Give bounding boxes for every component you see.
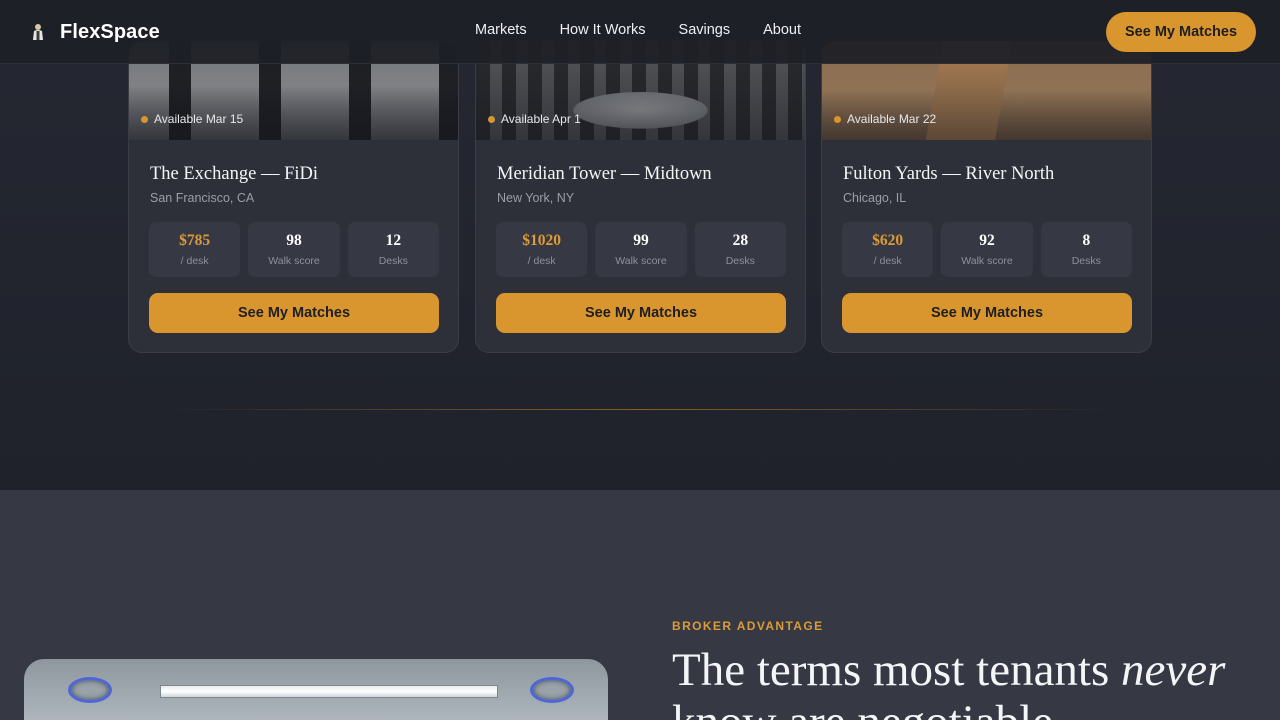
status-dot-icon — [488, 115, 495, 123]
listing-stats: $620 / desk 92 Walk score 8 Desks — [842, 222, 1132, 277]
listing-location: Chicago, IL — [843, 191, 907, 205]
listing-card[interactable]: Available Mar 15 The Exchange — FiDi San… — [128, 40, 459, 353]
listing-title: Meridian Tower — Midtown — [497, 164, 712, 184]
nav-savings[interactable]: Savings — [679, 22, 731, 38]
availability-badge: Available Apr 1 — [488, 112, 581, 126]
listing-card[interactable]: Available Mar 22 Fulton Yards — River No… — [821, 40, 1152, 353]
availability-text: Available Apr 1 — [501, 112, 581, 126]
stat-value: 12 — [385, 232, 402, 249]
see-matches-button[interactable]: See My Matches — [149, 293, 439, 333]
listing-location: San Francisco, CA — [150, 191, 255, 205]
stat-price: $620 / desk — [842, 222, 934, 277]
ceiling-light — [160, 685, 498, 698]
stat-desks: 8 Desks — [1040, 222, 1132, 277]
ceiling-vent — [530, 677, 574, 703]
section-eyebrow: BROKER ADVANTAGE — [672, 619, 824, 633]
nav-about[interactable]: About — [763, 22, 801, 38]
stat-desks: 28 Desks — [694, 222, 786, 277]
stat-label: Walk score — [268, 255, 320, 267]
listing-title: Fulton Yards — River North — [843, 164, 1055, 184]
listing-card[interactable]: Available Apr 1 Meridian Tower — Midtown… — [475, 40, 806, 353]
stat-value: $1020 — [522, 232, 562, 249]
stat-desks: 12 Desks — [347, 222, 439, 277]
nav-markets[interactable]: Markets — [475, 22, 527, 38]
stat-label: Walk score — [615, 255, 667, 267]
listing-title: The Exchange — FiDi — [150, 164, 318, 184]
stat-value: $620 — [872, 232, 904, 249]
listing-stats: $1020 / desk 99 Walk score 28 Desks — [496, 222, 786, 277]
stat-label: Desks — [725, 255, 755, 267]
stat-value: $785 — [179, 232, 211, 249]
stat-label: / desk — [873, 255, 902, 267]
stat-value: 92 — [979, 232, 995, 249]
stat-walk-score: 99 Walk score — [595, 222, 687, 277]
ceiling-vent — [68, 677, 112, 703]
stat-walk-score: 92 Walk score — [941, 222, 1033, 277]
availability-badge: Available Mar 22 — [834, 112, 936, 126]
broker-advantage-section: BROKER ADVANTAGE The terms most tenants … — [0, 490, 1280, 720]
stat-label: / desk — [180, 255, 209, 267]
brand-name: FlexSpace — [60, 20, 160, 43]
status-dot-icon — [834, 115, 841, 123]
office-ceiling-photo — [24, 659, 608, 720]
header-see-matches-button[interactable]: See My Matches — [1106, 12, 1256, 52]
section-headline: The terms most tenants never know are ne… — [672, 644, 1226, 720]
listing-location: New York, NY — [497, 191, 575, 205]
availability-text: Available Mar 22 — [847, 112, 937, 126]
stat-price: $785 / desk — [149, 222, 241, 277]
availability-badge: Available Mar 15 — [141, 112, 243, 126]
stat-label: Walk score — [961, 255, 1013, 267]
stat-label: Desks — [378, 255, 408, 267]
section-divider — [160, 409, 1120, 410]
stat-label: / desk — [527, 255, 556, 267]
availability-text: Available Mar 15 — [154, 112, 244, 126]
listings-section: Available Mar 15 The Exchange — FiDi San… — [0, 0, 1280, 490]
site-header: FlexSpace Markets How It Works Savings A… — [0, 0, 1280, 64]
status-dot-icon — [141, 115, 148, 123]
stat-value: 28 — [732, 232, 749, 249]
main-nav: Markets How It Works Savings About — [475, 22, 801, 38]
stat-value: 98 — [286, 232, 302, 249]
see-matches-button[interactable]: See My Matches — [496, 293, 786, 333]
stat-price: $1020 / desk — [496, 222, 588, 277]
person-icon — [28, 22, 48, 42]
stat-value: 99 — [633, 232, 649, 249]
stat-value: 8 — [1082, 232, 1091, 249]
stat-label: Desks — [1071, 255, 1101, 267]
brand-logo[interactable]: FlexSpace — [28, 19, 160, 45]
see-matches-button[interactable]: See My Matches — [842, 293, 1132, 333]
listing-stats: $785 / desk 98 Walk score 12 Desks — [149, 222, 439, 277]
nav-how-it-works[interactable]: How It Works — [560, 22, 646, 38]
stat-walk-score: 98 Walk score — [248, 222, 340, 277]
